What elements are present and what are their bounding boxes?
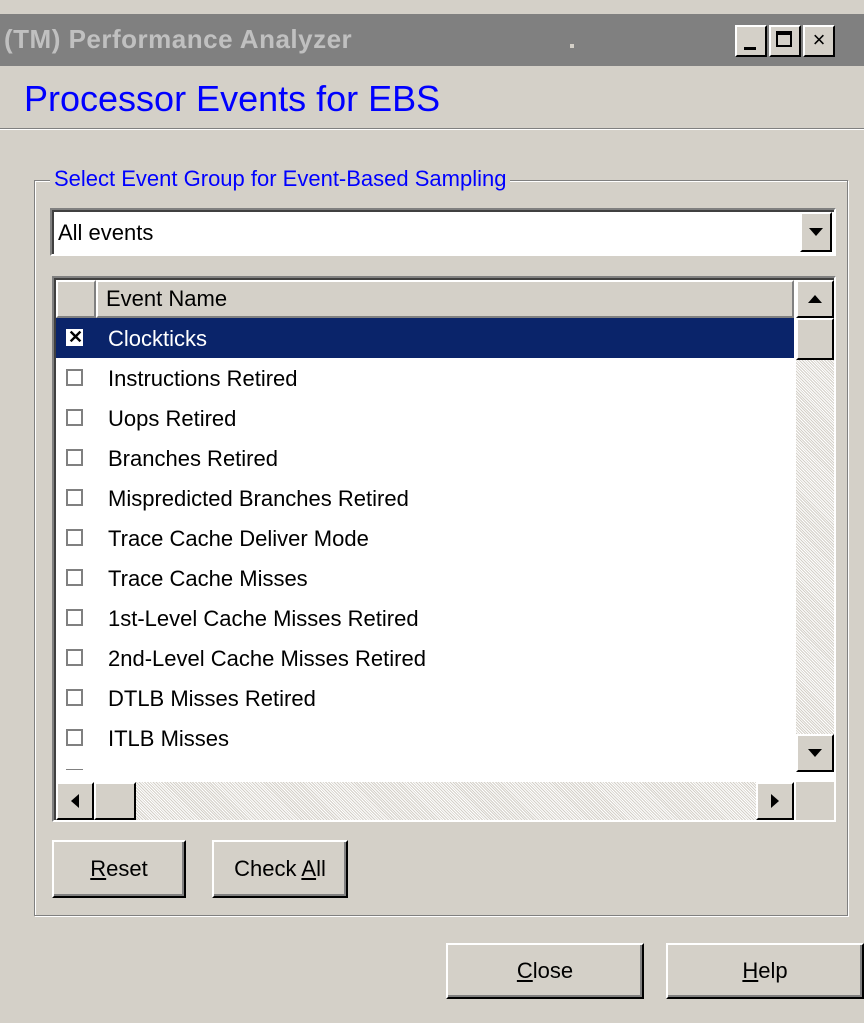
vertical-scrollbar[interactable] — [796, 280, 834, 772]
event-name: 2nd-Level Cache Misses Retired — [108, 646, 426, 671]
help-button[interactable]: Help — [666, 943, 864, 999]
reset-button[interactable]: Reset — [52, 840, 186, 898]
dropdown-button[interactable] — [800, 212, 832, 252]
list-item[interactable]: Trace Cache Deliver Mode — [56, 518, 794, 558]
event-name: DTLB Misses Retired — [108, 686, 316, 711]
scroll-down-button[interactable] — [796, 734, 834, 772]
close-button[interactable]: Close — [446, 943, 644, 999]
maximize-button[interactable] — [769, 25, 801, 57]
checkbox[interactable] — [66, 489, 83, 506]
event-name: 1st-Level Cache Misses Retired — [108, 606, 419, 631]
list-item[interactable]: ITLB Misses — [56, 718, 794, 758]
event-name: Trace Cache Misses — [108, 566, 308, 591]
list-item[interactable]: 2nd-Level Cache Misses Retired — [56, 638, 794, 678]
title-bar[interactable]: (TM) Performance Analyzer × — [0, 14, 864, 66]
page-title: Processor Events for EBS — [24, 78, 441, 119]
event-name: Branches Retired — [108, 446, 278, 471]
checkbox[interactable] — [66, 609, 83, 626]
event-name: On-Chip Misses Retired — [108, 766, 342, 770]
close-button-label: Close — [516, 958, 574, 983]
window-close-button[interactable]: × — [803, 25, 835, 57]
minimize-icon — [744, 47, 756, 50]
horizontal-scroll-thumb[interactable] — [94, 782, 136, 820]
arrow-right-icon — [771, 794, 779, 808]
close-icon: × — [812, 27, 826, 52]
arrow-left-icon — [71, 794, 79, 808]
help-button-label: Help — [742, 958, 788, 983]
list-item[interactable]: DTLB Misses Retired — [56, 678, 794, 718]
list-item[interactable]: Uops Retired — [56, 398, 794, 438]
minimize-button[interactable] — [735, 25, 767, 57]
group-box-legend: Select Event Group for Event-Based Sampl… — [50, 166, 511, 192]
check-x-icon: ✕ — [68, 327, 84, 347]
vertical-scroll-thumb[interactable] — [796, 318, 834, 360]
event-rows: ✕ Clockticks Instructions Retired Uops Reti… — [56, 318, 794, 770]
event-name: Uops Retired — [108, 406, 237, 431]
checkbox-checked[interactable]: ✕ — [66, 327, 84, 347]
checkbox[interactable] — [66, 409, 83, 426]
performance-analyzer-window: (TM) Performance Analyzer × Processor Ev… — [0, 0, 864, 1023]
reset-button-label: Reset — [90, 856, 148, 881]
checkbox[interactable] — [66, 569, 83, 586]
list-header: Event Name — [56, 280, 794, 318]
event-list[interactable]: Event Name ✕ Clockticks Instructions Retir… — [52, 276, 836, 822]
list-item[interactable]: Trace Cache Misses — [56, 558, 794, 598]
event-group-select-value: All events — [58, 220, 154, 245]
list-item[interactable]: Mispredicted Branches Retired — [56, 478, 794, 518]
checkbox[interactable] — [66, 449, 83, 466]
scrollbar-corner — [796, 782, 834, 820]
chevron-down-icon — [809, 228, 823, 236]
arrow-up-icon — [808, 295, 822, 303]
list-item[interactable]: ✕ Clockticks — [56, 318, 794, 358]
checkbox[interactable] — [66, 529, 83, 546]
event-name: Clockticks — [108, 326, 208, 351]
checkbox[interactable] — [66, 689, 83, 706]
window-title: (TM) Performance Analyzer — [4, 24, 353, 54]
list-item[interactable]: Branches Retired — [56, 438, 794, 478]
list-item[interactable]: 1st-Level Cache Misses Retired — [56, 598, 794, 638]
event-name-column-header[interactable]: Event Name — [96, 280, 794, 318]
title-bar-dot — [570, 44, 574, 48]
checkbox[interactable] — [66, 729, 83, 746]
check-all-button-label: Check All — [234, 856, 326, 881]
checkbox[interactable] — [66, 769, 83, 770]
event-name: Mispredicted Branches Retired — [108, 486, 409, 511]
scroll-right-button[interactable] — [756, 782, 794, 820]
horizontal-scrollbar[interactable] — [56, 782, 794, 820]
event-name: ITLB Misses — [108, 726, 230, 751]
checkbox[interactable] — [66, 649, 83, 666]
header-divider — [0, 128, 864, 130]
scroll-up-button[interactable] — [796, 280, 834, 318]
checkbox-column-header[interactable] — [56, 280, 96, 318]
event-name: Instructions Retired — [108, 366, 298, 391]
list-item[interactable]: On-Chip Misses Retired — [56, 758, 794, 770]
event-group-select[interactable]: All events — [50, 208, 836, 256]
check-all-button[interactable]: Check All — [212, 840, 348, 898]
scroll-left-button[interactable] — [56, 782, 94, 820]
event-name: Trace Cache Deliver Mode — [108, 526, 369, 551]
arrow-down-icon — [808, 749, 822, 757]
list-item[interactable]: Instructions Retired — [56, 358, 794, 398]
maximize-icon — [776, 31, 792, 47]
checkbox[interactable] — [66, 369, 83, 386]
